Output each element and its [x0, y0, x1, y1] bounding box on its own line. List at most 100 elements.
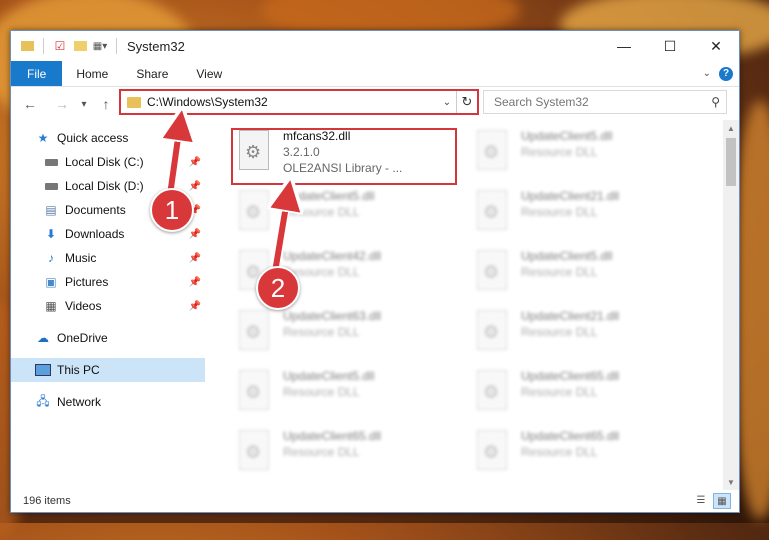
explorer-window: ☑ ▦▾ System32 — ☐ ✕ File Home Share View…	[10, 30, 740, 513]
refresh-button[interactable]: ↻	[456, 91, 477, 113]
file-item[interactable]: ⚙ UpdateClient65.dll Resource DLL	[235, 426, 461, 484]
file-type: Resource DLL	[283, 205, 360, 219]
sidebar-item-music[interactable]: ♪ Music 📌	[11, 246, 205, 270]
dll-file-icon: ⚙	[239, 310, 273, 354]
sidebar-item-videos[interactable]: ▦ Videos 📌	[11, 294, 205, 318]
navigation-bar: ← → ▾ ↑ C:\Windows\System32 ⌄ ↻ ⚲	[11, 87, 739, 121]
customize-toolbar-icon[interactable]: ▦▾	[92, 38, 108, 54]
pin-icon[interactable]: 📌	[189, 301, 201, 312]
file-type: Resource DLL	[521, 205, 598, 219]
dll-file-icon: ⚙	[477, 190, 511, 234]
file-name: UpdateClient21.dll	[521, 189, 620, 203]
sidebar-item-label: Local Disk (D:)	[65, 179, 144, 193]
scrollbar-thumb[interactable]	[726, 138, 736, 186]
tab-share[interactable]: Share	[122, 61, 182, 86]
sidebar-item-network[interactable]: 🖧 Network	[11, 390, 205, 414]
sidebar-item-onedrive[interactable]: ☁ OneDrive	[11, 326, 205, 350]
search-box[interactable]: ⚲	[483, 90, 727, 114]
dll-file-icon: ⚙	[239, 190, 273, 234]
separator	[43, 38, 44, 54]
back-button[interactable]: ←	[19, 96, 41, 112]
file-name: UpdateClient5.dll	[283, 369, 375, 383]
window-title: System32	[127, 38, 185, 54]
new-folder-icon[interactable]	[72, 38, 88, 54]
recent-locations-button[interactable]: ▾	[73, 99, 95, 110]
pictures-icon: ▣	[45, 275, 57, 289]
file-item[interactable]: ⚙ UpdateClient5.dll Resource DLL	[473, 246, 699, 304]
file-type: Resource DLL	[283, 445, 360, 459]
file-item[interactable]: ⚙ UpdateClient63.dll Resource DLL	[235, 306, 461, 364]
address-path[interactable]: C:\Windows\System32	[147, 95, 438, 109]
dll-file-icon: ⚙	[477, 310, 511, 354]
scroll-up-icon[interactable]: ▲	[723, 120, 739, 136]
file-name: UpdateClient63.dll	[283, 309, 382, 323]
step-badge-1: 1	[150, 188, 194, 232]
details-view-icon[interactable]: ☰	[693, 493, 709, 507]
dll-file-icon: ⚙	[477, 130, 511, 174]
file-name: UpdateClient5.dll	[521, 129, 613, 143]
forward-button[interactable]: →	[51, 96, 73, 112]
quick-access-toolbar: ☑ ▦▾	[11, 38, 121, 54]
star-icon: ★	[37, 131, 49, 145]
file-type: Resource DLL	[521, 445, 598, 459]
close-button[interactable]: ✕	[693, 31, 739, 61]
sidebar-item-this-pc[interactable]: This PC	[11, 358, 205, 382]
tab-file[interactable]: File	[11, 61, 63, 86]
file-item[interactable]: ⚙ UpdateClient5.dll Resource DLL	[473, 126, 699, 184]
file-name: UpdateClient65.dll	[521, 369, 620, 383]
up-button[interactable]: ↑	[95, 96, 117, 112]
pin-icon[interactable]: 📌	[189, 253, 201, 264]
item-count: 196 items	[23, 495, 71, 507]
sidebar-item-pictures[interactable]: ▣ Pictures 📌	[11, 270, 205, 294]
sidebar-item-label: Local Disk (C:)	[65, 155, 144, 169]
file-type: Resource DLL	[521, 325, 598, 339]
sidebar-item-local-disk-c[interactable]: Local Disk (C:) 📌	[11, 150, 205, 174]
navigation-pane: ★ Quick access Local Disk (C:) 📌 Local D…	[11, 120, 205, 490]
file-type: Resource DLL	[283, 325, 360, 339]
help-icon[interactable]: ?	[719, 66, 733, 81]
file-item[interactable]: ⚙ UpdateClient65.dll Resource DLL	[473, 426, 699, 484]
pin-icon[interactable]: 📌	[189, 277, 201, 288]
tiles-view-icon[interactable]: ▦	[713, 493, 731, 509]
folder-icon[interactable]	[19, 38, 35, 54]
file-name: UpdateClient21.dll	[521, 309, 620, 323]
folder-icon	[127, 96, 141, 108]
sidebar-item-label: OneDrive	[57, 331, 108, 345]
tab-view[interactable]: View	[182, 61, 236, 86]
file-type: Resource DLL	[521, 265, 598, 279]
vertical-scrollbar[interactable]: ▲ ▼	[723, 120, 739, 490]
sidebar-item-label: Network	[57, 395, 102, 409]
download-icon: ⬇	[45, 227, 57, 241]
tab-home[interactable]: Home	[62, 61, 122, 86]
pin-icon[interactable]: 📌	[189, 229, 201, 240]
file-item[interactable]: ⚙ UpdateClient21.dll Resource DLL	[473, 186, 699, 244]
file-name: UpdateClient42.dll	[283, 249, 382, 263]
dll-file-icon: ⚙	[477, 430, 511, 474]
file-item[interactable]: ⚙ UpdateClient5.dll Resource DLL	[235, 366, 461, 424]
sidebar-item-label: Pictures	[65, 275, 109, 289]
file-item[interactable]: ⚙ UpdateClient21.dll Resource DLL	[473, 306, 699, 364]
chevron-down-icon[interactable]: ⌄	[438, 97, 456, 108]
search-input[interactable]	[492, 94, 712, 110]
expand-ribbon-icon[interactable]: ⌄	[703, 68, 711, 79]
minimize-button[interactable]: —	[601, 31, 647, 61]
sidebar-item-quick-access[interactable]: ★ Quick access	[11, 126, 205, 150]
maximize-button[interactable]: ☐	[647, 31, 693, 61]
properties-icon[interactable]: ☑	[52, 38, 68, 54]
drive-icon	[43, 155, 59, 169]
file-type: Resource DLL	[283, 385, 360, 399]
cloud-icon: ☁	[37, 331, 49, 345]
documents-icon: ▤	[45, 203, 57, 217]
pin-icon[interactable]: 📌	[189, 157, 201, 168]
file-item[interactable]: ⚙ UpdateClient65.dll Resource DLL	[473, 366, 699, 424]
file-name: UpdateClient65.dll	[283, 429, 382, 443]
file-item[interactable]: ⚙ UpdateClient5.dll Resource DLL	[235, 186, 461, 244]
sidebar-item-label: Videos	[65, 299, 102, 313]
address-bar[interactable]: C:\Windows\System32 ⌄ ↻	[119, 89, 479, 115]
file-type: Resource DLL	[521, 145, 598, 159]
sidebar-item-label: This PC	[57, 363, 100, 377]
scroll-down-icon[interactable]: ▼	[723, 474, 739, 490]
network-icon: 🖧	[36, 393, 50, 408]
search-icon[interactable]: ⚲	[711, 95, 720, 109]
pin-icon[interactable]: 📌	[189, 181, 201, 192]
